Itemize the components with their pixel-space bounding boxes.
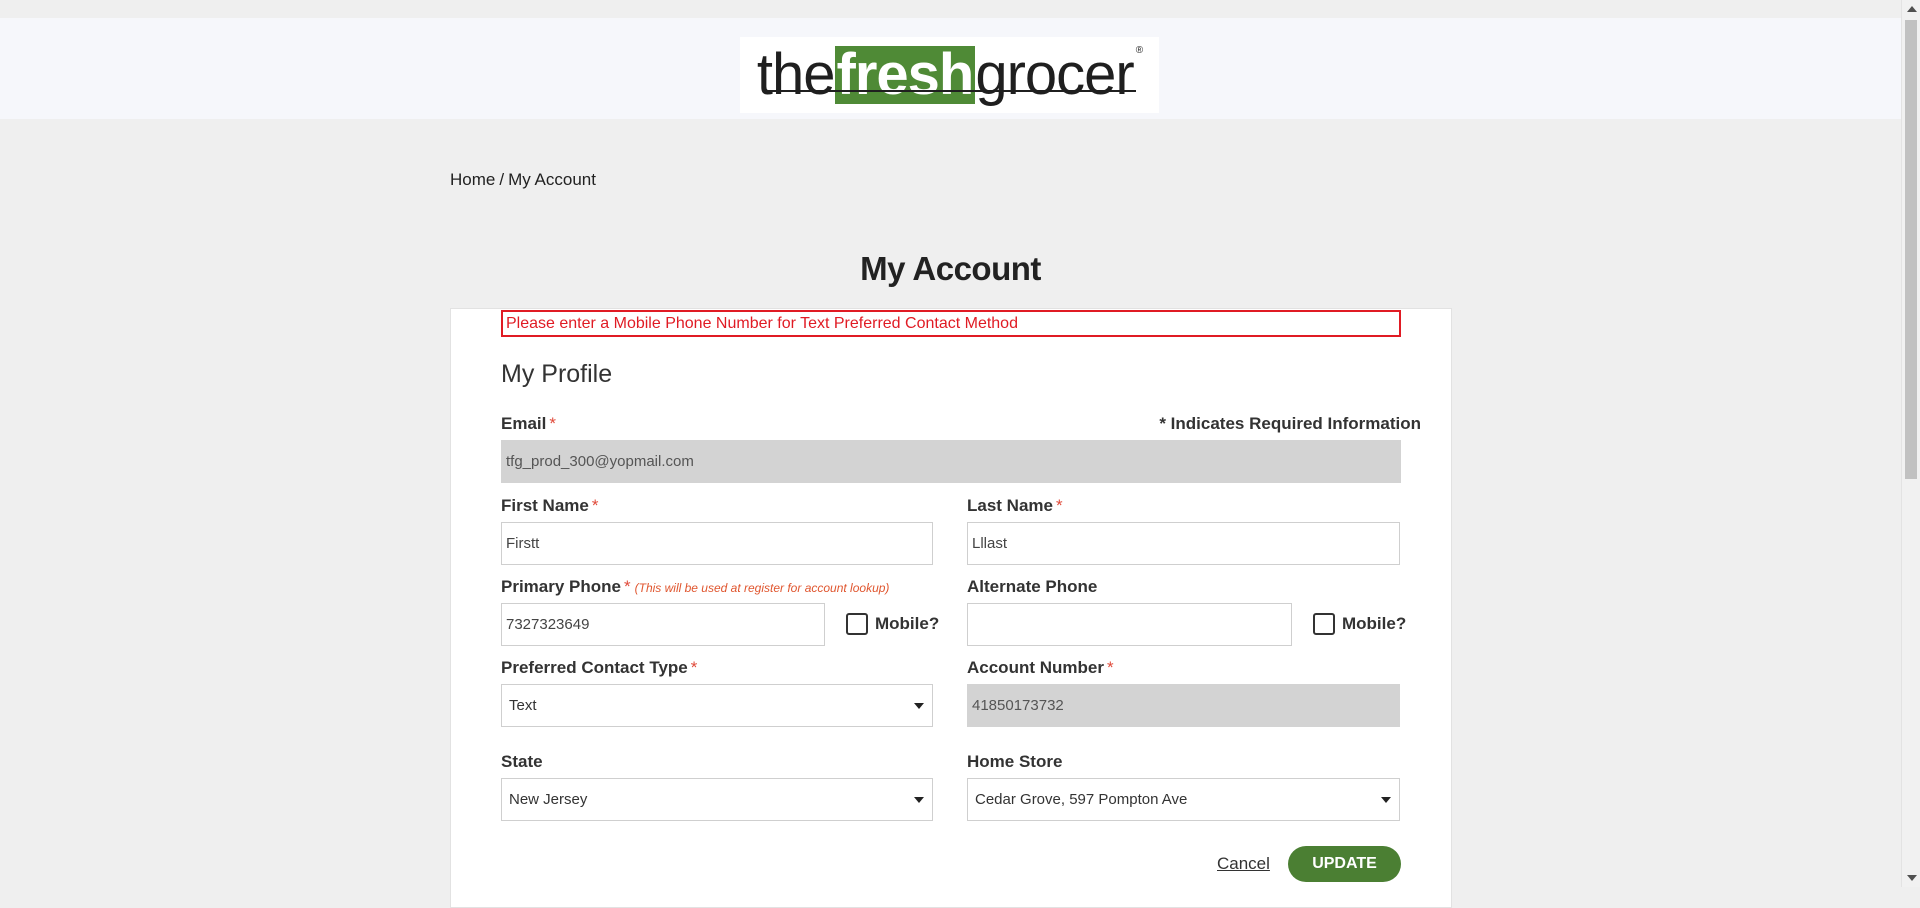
required-info-note: * Indicates Required Information xyxy=(1159,414,1421,433)
scroll-down-arrow-icon[interactable] xyxy=(1907,875,1917,881)
preferred-contact-select[interactable]: Text xyxy=(501,684,933,727)
email-field[interactable]: tfg_prod_300@yopmail.com xyxy=(501,440,1401,483)
section-title: My Profile xyxy=(501,360,613,388)
logo-the: the xyxy=(756,42,836,107)
email-label-text: Email xyxy=(501,414,547,433)
cancel-link[interactable]: Cancel xyxy=(1217,854,1270,874)
scrollbar-thumb[interactable] xyxy=(1905,20,1917,479)
primary-phone-field[interactable]: 7327323649 xyxy=(501,603,825,646)
required-asterisk: * xyxy=(1106,658,1114,677)
primary-mobile-label: Mobile? xyxy=(875,614,940,633)
chevron-down-icon xyxy=(914,797,924,803)
email-label: Email * xyxy=(501,414,556,434)
account-number-label: Account Number * xyxy=(967,658,1114,678)
preferred-contact-value: Text xyxy=(509,697,537,714)
first-name-label-text: First Name xyxy=(501,496,589,515)
home-store-value: Cedar Grove, 597 Pompton Ave xyxy=(975,791,1188,808)
breadcrumb-separator: / xyxy=(499,170,505,189)
alternate-phone-field[interactable] xyxy=(967,603,1292,646)
alternate-mobile-checkbox-group[interactable]: Mobile? xyxy=(1313,613,1406,635)
last-name-label-text: Last Name xyxy=(967,496,1053,515)
error-message: Please enter a Mobile Phone Number for T… xyxy=(501,310,1401,337)
breadcrumb-current: My Account xyxy=(508,170,596,189)
alternate-phone-label: Alternate Phone xyxy=(967,577,1098,596)
update-button[interactable]: UPDATE xyxy=(1288,846,1401,882)
logo-registered-mark: ® xyxy=(1135,45,1143,56)
top-strip xyxy=(0,0,1901,18)
last-name-label: Last Name * xyxy=(967,496,1063,516)
logo-fresh: fresh xyxy=(834,42,976,107)
required-asterisk: * xyxy=(624,577,631,596)
brand-logo[interactable]: the fresh grocer ® xyxy=(740,37,1159,113)
alternate-mobile-label: Mobile? xyxy=(1342,614,1407,633)
preferred-contact-label-text: Preferred Contact Type xyxy=(501,658,688,677)
scrollbar[interactable] xyxy=(1901,0,1920,887)
required-asterisk: * xyxy=(690,658,698,677)
primary-mobile-checkbox-group[interactable]: Mobile? xyxy=(846,613,939,635)
primary-phone-label-text: Primary Phone xyxy=(501,577,621,596)
logo-wordmark: the fresh grocer ® xyxy=(756,42,1143,107)
home-store-label: Home Store xyxy=(967,752,1063,771)
primary-mobile-checkbox[interactable] xyxy=(846,613,868,635)
state-value: New Jersey xyxy=(509,791,588,808)
first-name-label: First Name * xyxy=(501,496,599,516)
account-number-field[interactable]: 41850173732 xyxy=(967,684,1400,727)
first-name-field[interactable]: Firstt xyxy=(501,522,933,565)
logo-grocer: grocer xyxy=(975,42,1134,107)
chevron-down-icon xyxy=(914,703,924,709)
account-number-label-text: Account Number xyxy=(967,658,1104,677)
preferred-contact-label: Preferred Contact Type * xyxy=(501,658,697,678)
state-label: State xyxy=(501,752,543,771)
primary-phone-label: Primary Phone * (This will be used at regi… xyxy=(501,577,889,597)
primary-phone-hint: (This will be used at register for accou… xyxy=(634,581,890,595)
chevron-down-icon xyxy=(1381,797,1391,803)
required-asterisk: * xyxy=(1055,496,1063,515)
required-asterisk: * xyxy=(549,414,556,433)
required-asterisk: * xyxy=(591,496,599,515)
breadcrumb: Home / My Account xyxy=(450,170,596,190)
page-title: My Account xyxy=(860,250,1041,287)
breadcrumb-home-link[interactable]: Home xyxy=(450,170,495,189)
last-name-field[interactable]: Lllast xyxy=(967,522,1400,565)
state-select[interactable]: New Jersey xyxy=(501,778,933,821)
home-store-select[interactable]: Cedar Grove, 597 Pompton Ave xyxy=(967,778,1400,821)
logo-underline xyxy=(762,90,1137,92)
alternate-mobile-checkbox[interactable] xyxy=(1313,613,1335,635)
scroll-up-arrow-icon[interactable] xyxy=(1907,6,1917,12)
